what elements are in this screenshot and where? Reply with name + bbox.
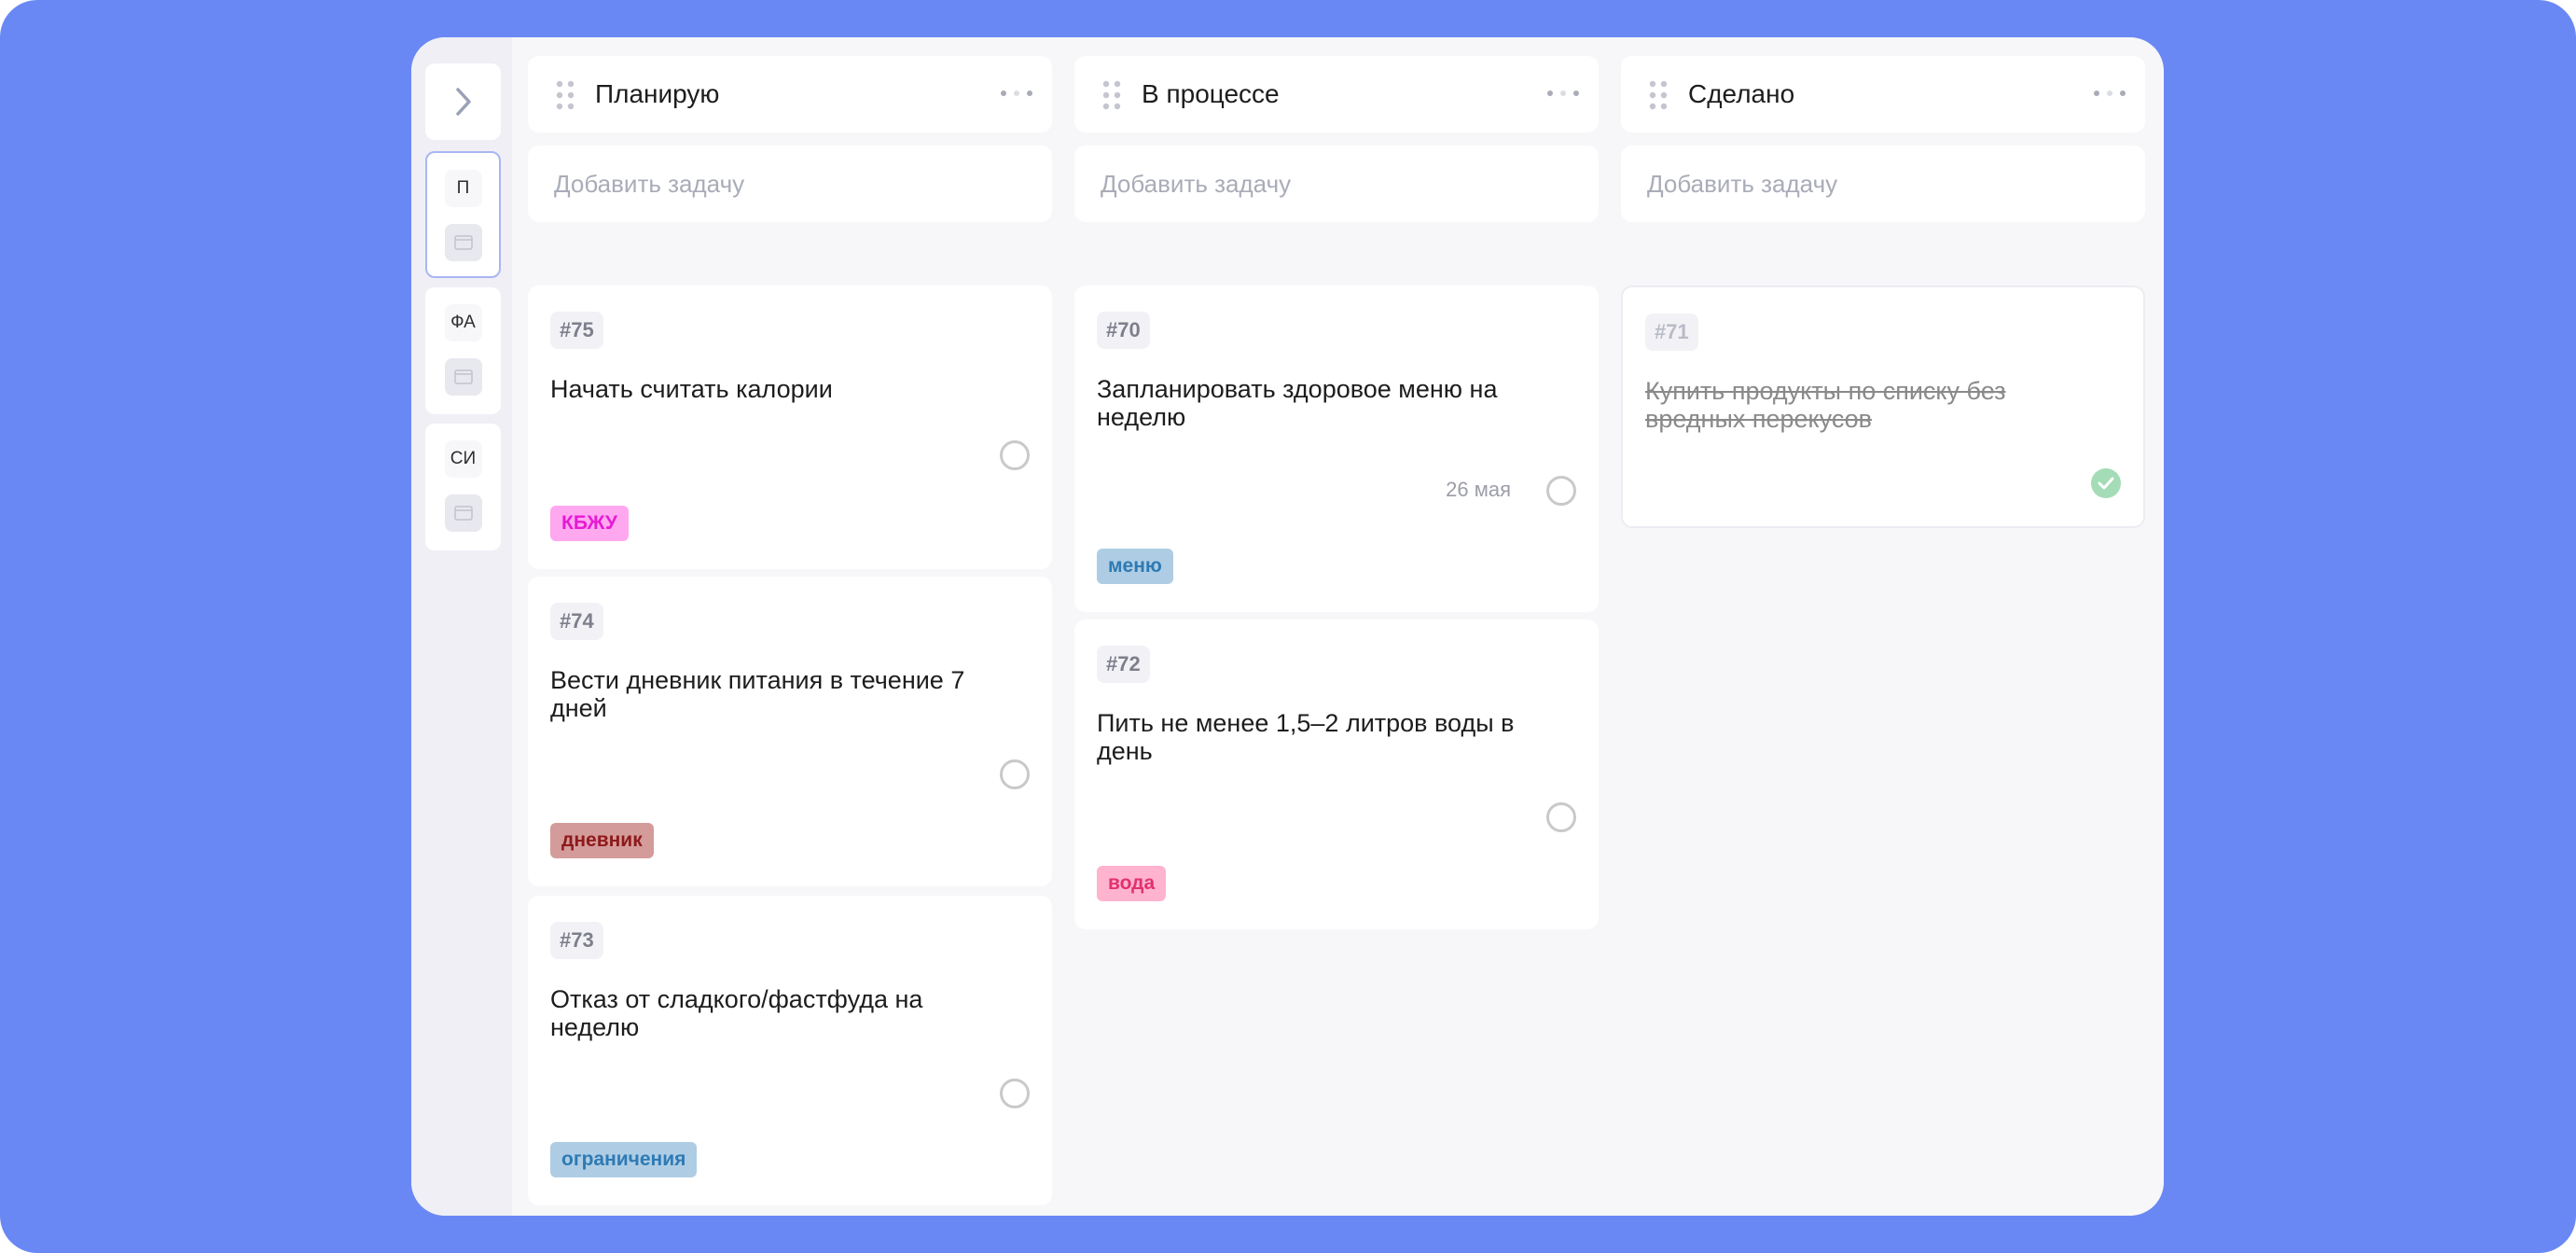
task-tag: вода — [1097, 866, 1167, 901]
task-tag: дневник — [550, 823, 654, 858]
sidebar-toggle-button[interactable] — [425, 63, 501, 140]
task-number: #72 — [1097, 646, 1150, 683]
drag-handle-icon[interactable] — [556, 80, 575, 110]
circle-outline-icon[interactable] — [1000, 440, 1030, 470]
board-window: П ФА СИ Планирую Добавить задачу #75 Нач… — [411, 37, 2164, 1216]
column-title: Планирую — [595, 79, 720, 108]
drag-handle-icon[interactable] — [1102, 80, 1121, 110]
sidebar: П ФА СИ — [411, 37, 512, 1216]
task-card[interactable]: #70 Запланировать здоровое меню на недел… — [1074, 285, 1599, 612]
task-tag: меню — [1097, 549, 1173, 584]
task-title: Начать считать калории — [550, 375, 833, 403]
add-task-input[interactable] — [528, 146, 1052, 222]
task-card[interactable]: #75 Начать считать калории КБЖУ — [528, 285, 1052, 569]
drag-handle-icon[interactable] — [1649, 80, 1668, 110]
task-number: #70 — [1097, 312, 1150, 349]
column-header: В процессе — [1074, 56, 1599, 132]
sidebar-board-1[interactable]: П — [425, 151, 501, 278]
board-abbreviation: ФА — [444, 304, 482, 341]
more-horizontal-icon[interactable] — [1000, 84, 1033, 103]
more-horizontal-icon[interactable] — [1546, 84, 1580, 103]
task-title: Купить продукты по списку без вредных пе… — [1645, 377, 2006, 433]
circle-outline-icon[interactable] — [1546, 476, 1576, 506]
task-card-done[interactable]: #71 Купить продукты по списку без вредны… — [1621, 285, 2145, 528]
sidebar-board-2[interactable]: ФА — [425, 287, 501, 414]
task-title: Пить не менее 1,5–2 литров воды в день — [1097, 709, 1515, 765]
column-header: Сделано — [1621, 56, 2145, 132]
task-tag: КБЖУ — [550, 506, 629, 541]
circle-outline-icon[interactable] — [1000, 1079, 1030, 1108]
task-title: Вести дневник питания в течение 7 дней — [550, 666, 965, 722]
due-date: 26 мая — [1446, 478, 1511, 501]
add-task-input[interactable] — [1074, 146, 1599, 222]
sidebar-board-3[interactable]: СИ — [425, 424, 501, 550]
task-tag: ограничения — [550, 1142, 698, 1177]
task-number: #74 — [550, 603, 603, 640]
app-background: П ФА СИ Планирую Добавить задачу #75 Нач… — [0, 0, 2576, 1253]
task-card[interactable]: #72 Пить не менее 1,5–2 литров воды в де… — [1074, 620, 1599, 929]
task-card[interactable]: #73 Отказ от сладкого/фастфуда на неделю… — [528, 896, 1052, 1205]
circle-outline-icon[interactable] — [1000, 759, 1030, 789]
task-number: #71 — [1645, 313, 1698, 351]
board-abbreviation: П — [444, 170, 482, 207]
board-preview-icon — [444, 358, 482, 396]
task-number: #75 — [550, 312, 603, 349]
column-title: В процессе — [1142, 79, 1280, 108]
chevron-right-icon — [455, 88, 471, 116]
column-header: Планирую — [528, 56, 1052, 132]
task-title: Запланировать здоровое меню на неделю — [1097, 375, 1498, 431]
add-task-input[interactable] — [1621, 146, 2145, 222]
board-preview-icon — [444, 224, 482, 261]
task-title: Отказ от сладкого/фастфуда на неделю — [550, 985, 923, 1041]
column-title: Сделано — [1688, 79, 1795, 108]
task-card[interactable]: #74 Вести дневник питания в течение 7 дн… — [528, 577, 1052, 886]
check-circle-icon[interactable] — [2091, 468, 2121, 498]
circle-outline-icon[interactable] — [1546, 802, 1576, 832]
task-number: #73 — [550, 922, 603, 959]
board-preview-icon — [444, 494, 482, 532]
board-abbreviation: СИ — [444, 440, 482, 478]
more-horizontal-icon[interactable] — [2093, 84, 2126, 103]
